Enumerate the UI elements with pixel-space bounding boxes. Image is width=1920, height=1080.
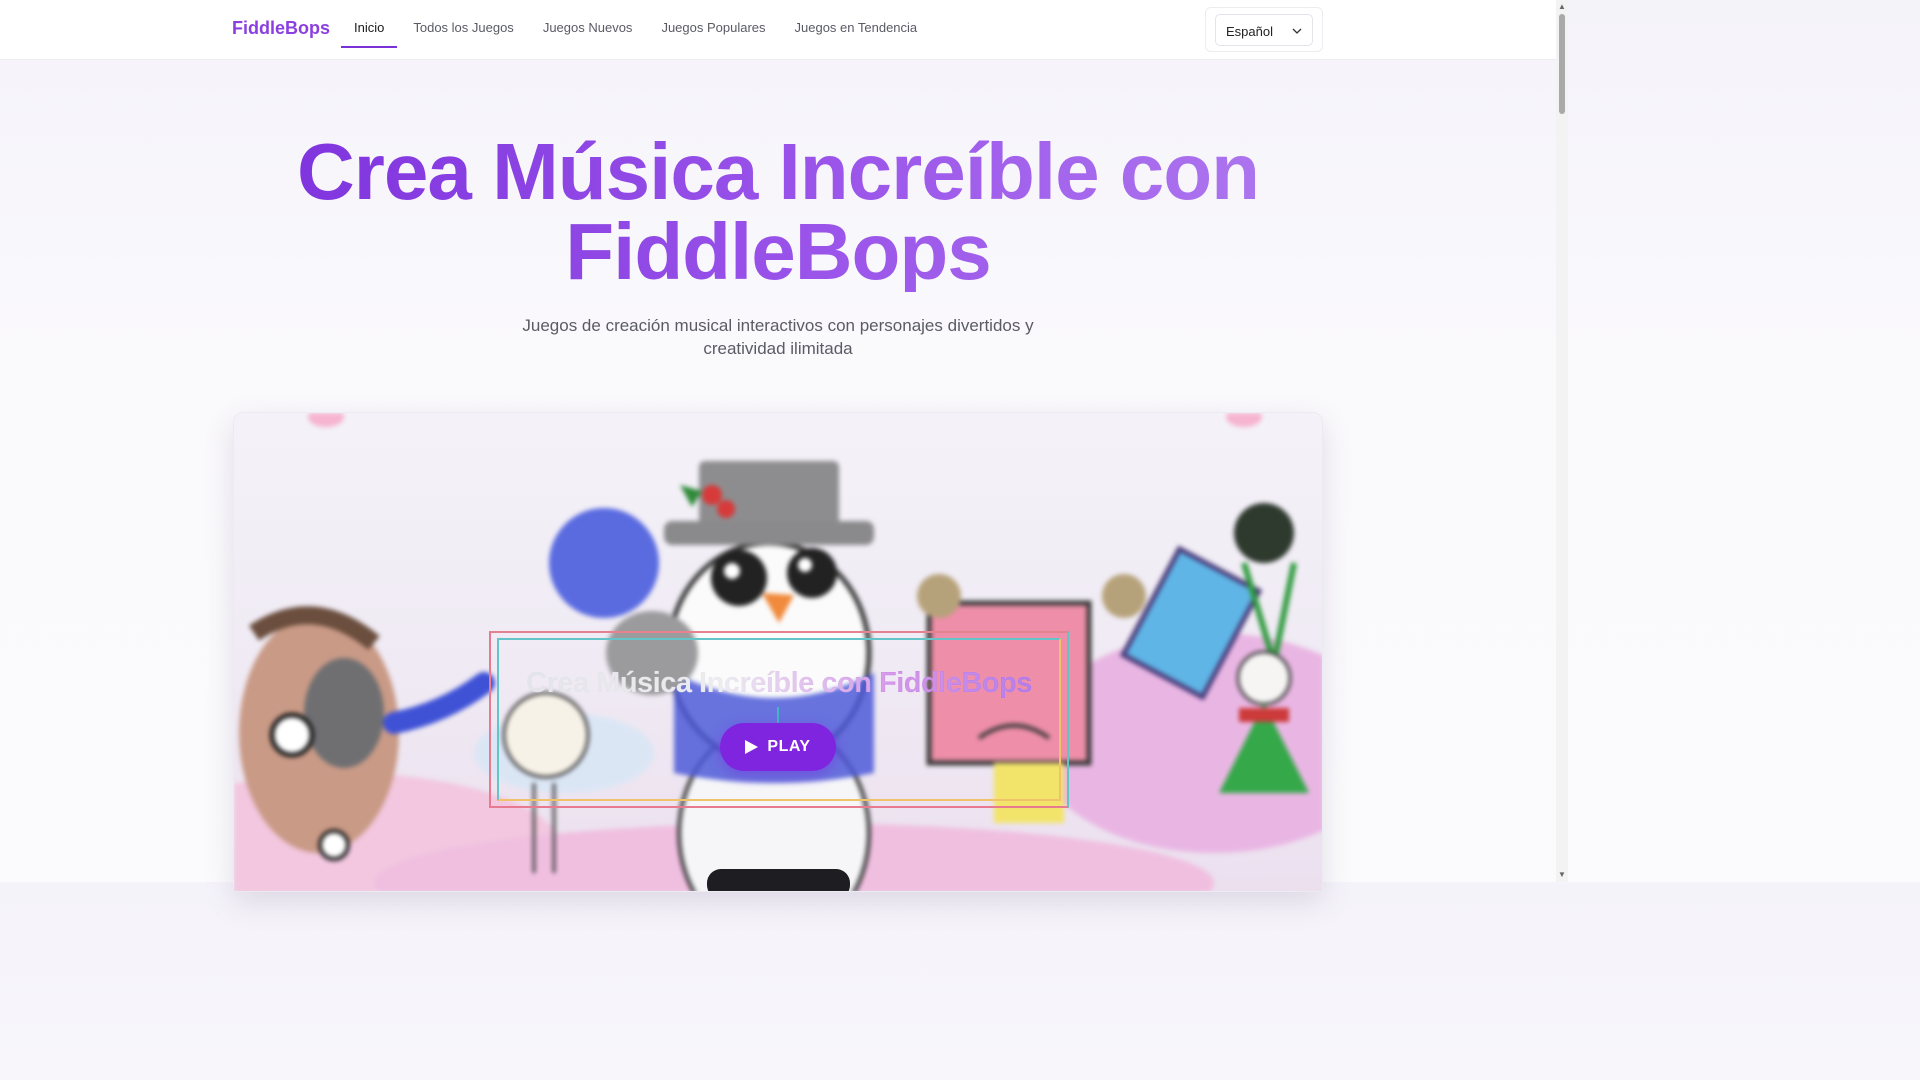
hero-subtitle: Juegos de creación musical interactivos … — [478, 314, 1078, 360]
play-icon — [745, 740, 759, 754]
site-header: FiddleBops Inicio Todos los Juegos Juego… — [0, 0, 1556, 60]
game-frame[interactable]: Crea Música Increíble con FiddleBops PLA… — [233, 412, 1323, 892]
nav-item-inicio[interactable]: Inicio — [341, 0, 398, 48]
site-logo[interactable]: FiddleBops — [232, 18, 330, 39]
game-start-overlay: Crea Música Increíble con FiddleBops PLA… — [489, 631, 1069, 808]
overlay-border-inner — [497, 638, 1061, 801]
page-scrollbar[interactable]: ▲ ▼ — [1556, 0, 1568, 882]
hero-title: Crea Música Increíble con FiddleBops — [200, 132, 1356, 292]
hero-subtitle-line2: creatividad ilimitada — [703, 339, 853, 358]
scroll-thumb[interactable] — [1559, 14, 1565, 114]
nav-item-juegos-populares[interactable]: Juegos Populares — [661, 0, 765, 48]
nav-item-juegos-en-tendencia[interactable]: Juegos en Tendencia — [795, 0, 918, 48]
overlay-title: Crea Música Increíble con FiddleBops — [489, 667, 1069, 700]
nav-item-todos-los-juegos[interactable]: Todos los Juegos — [413, 0, 513, 48]
play-button-label: PLAY — [767, 738, 811, 755]
hero-title-line1: Crea Música Increíble con — [296, 127, 1260, 216]
chevron-down-icon — [1292, 28, 1302, 34]
scroll-down-arrow-icon[interactable]: ▼ — [1558, 870, 1566, 879]
play-button[interactable]: PLAY — [720, 723, 836, 771]
language-select[interactable]: Español — [1215, 14, 1313, 46]
nav-item-juegos-nuevos[interactable]: Juegos Nuevos — [543, 0, 633, 48]
language-switcher: Español — [1205, 7, 1323, 52]
hero-title-line2: FiddleBops — [565, 207, 991, 296]
hero-subtitle-line1: Juegos de creación musical interactivos … — [522, 316, 1034, 335]
language-select-value: Español — [1226, 24, 1273, 39]
game-toolbar[interactable] — [707, 869, 850, 891]
main-nav: Inicio Todos los Juegos Juegos Nuevos Ju… — [341, 0, 946, 60]
scroll-up-arrow-icon[interactable]: ▲ — [1558, 2, 1566, 11]
